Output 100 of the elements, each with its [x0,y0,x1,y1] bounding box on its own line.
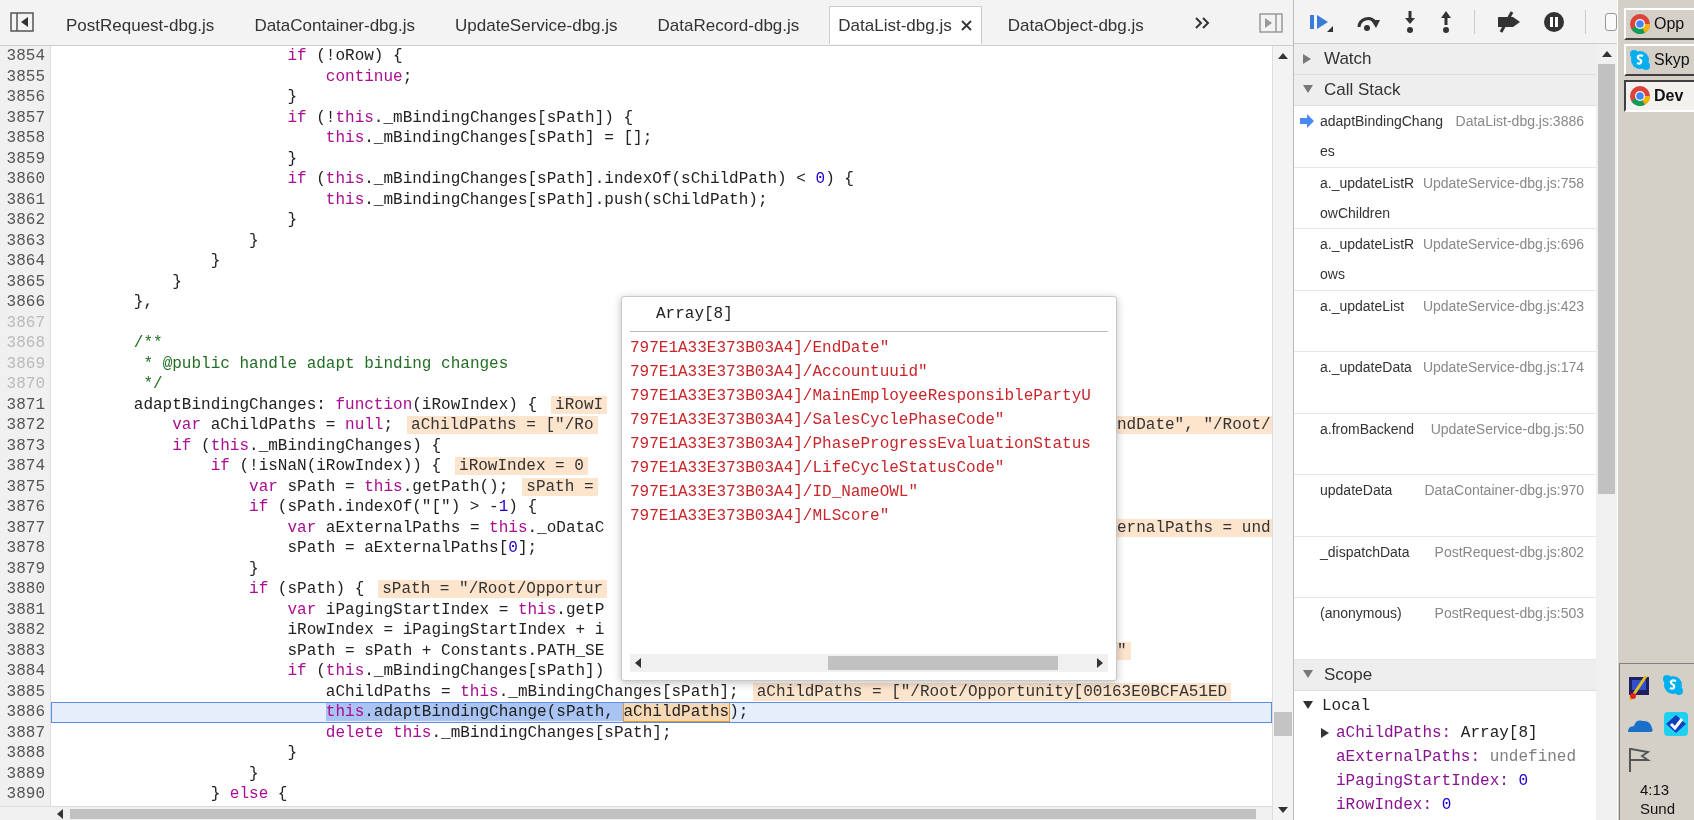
horizontal-scrollbar[interactable] [630,654,1108,672]
code-text: delete this._mBindingChanges[sPath]; [325,723,672,742]
frame-location: UpdateService-dbg.js:174 [1422,358,1584,377]
line-number: 3863 [0,230,51,251]
panel-toggle-icon[interactable] [1259,12,1283,34]
inline-value: iRowIndex = 0 [455,457,588,475]
scrollbar-thumb[interactable] [70,808,1256,819]
scroll-left-icon[interactable] [56,807,64,820]
line-number: 3865 [0,271,51,292]
code-text: } else { [210,785,288,803]
scroll-down-icon[interactable] [1277,806,1289,814]
code-text: var aExternalPaths = this._oDataC [287,518,605,537]
close-icon[interactable] [959,19,973,32]
hovered-variable: aChildPaths [623,703,730,721]
code-text: } [249,764,259,783]
line-number: 3866 [0,292,51,313]
file-tab[interactable]: DataList-dbg.js [829,6,982,44]
variable-value: undefined [1489,746,1577,768]
code-text: var aChildPaths = null; [172,416,394,434]
code-text: continue; [325,67,413,86]
file-tab[interactable]: DataRecord-dbg.js [637,6,820,44]
file-tab[interactable]: DataObject-dbg.js [987,6,1164,44]
code-text: this._mBindingChanges[sPath] = []; [325,129,653,147]
line-number: 3874 [0,456,51,477]
line-number: 3890 [0,784,51,805]
round-logo-icon [1629,13,1651,35]
line-number: 3875 [0,476,51,497]
array-item: 797E1A33E373B03A4]/EndDate" [629,338,891,359]
scroll-left-icon[interactable] [634,657,642,669]
panel-toggle-icon[interactable] [10,11,34,33]
inline-value: sPath = [522,477,598,496]
scope-group-title[interactable]: Local [1322,693,1370,718]
code-text: } [210,252,221,270]
line-number: 3885 [0,681,51,702]
code-text: } [287,744,298,762]
inline-value: " [1117,641,1131,660]
inline-value: sPath = "/Root/Opportur [378,580,608,598]
array-item: 797E1A33E373B03A4]/MainEmployeeResponsiblePartyU [629,386,1092,407]
code-text: } [249,559,259,578]
file-tab[interactable]: DataContainer-dbg.js [234,6,436,44]
code-text: } [287,88,298,106]
scrollbar-thumb[interactable] [1598,64,1615,494]
line-number: 3864 [0,251,51,272]
code-text: sPath = sPath + Constants.PATH_SE [287,641,605,660]
taskbar-button[interactable]: Opp [1624,8,1694,40]
code-text: adaptBindingChanges: function(iRowIndex) { [133,395,538,414]
horizontal-scrollbar[interactable] [0,806,1272,820]
code-text: if (!oRow) { [287,47,403,65]
popup-title: Array[8] [656,304,733,325]
checkbox[interactable] [1605,12,1617,31]
scroll-up-icon[interactable] [1600,50,1613,58]
check-icon[interactable] [1662,710,1690,738]
frame-location: UpdateService-dbg.js:758 [1422,173,1584,193]
variable-name: aExternalPaths: [1336,746,1481,768]
pause-icon[interactable] [1542,10,1565,33]
line-number: 3854 [0,46,51,67]
file-tab[interactable]: UpdateService-dbg.js [435,6,638,44]
line-number: 3855 [0,66,51,87]
section-header[interactable]: Call Stack [1294,75,1596,106]
line-number: 3882 [0,620,51,641]
step-into-icon[interactable] [1402,9,1418,34]
line-number: 3879 [0,558,51,579]
frame-function: a._updateList [1320,296,1406,316]
frame-location: PostRequest-dbg.js:503 [1434,604,1584,623]
line-number: 3860 [0,169,51,190]
taskbar-button[interactable]: Skyp [1624,44,1694,76]
variable-value: 0 [1441,794,1452,816]
frame-location: UpdateService-dbg.js:423 [1422,296,1584,316]
step-out-icon[interactable] [1438,9,1454,34]
section-header[interactable]: Scope [1294,659,1596,691]
array-item: 797E1A33E373B03A4]/PhaseProgressEvaluationStatus [629,434,1092,455]
selected-code: this.adaptBindingChange(sPath, [325,703,624,721]
variable-value: 0 [1518,770,1529,792]
scroll-right-icon[interactable] [1096,657,1104,669]
variable-name: aChildPaths: [1336,722,1452,744]
scrollbar-thumb[interactable] [828,656,1058,670]
scroll-up-icon[interactable] [1277,52,1289,60]
frame-function: updateData [1320,481,1394,500]
clock[interactable]: 4:13 Sund [1626,780,1694,818]
taskbar-button[interactable]: Dev [1624,80,1694,112]
code-text: if (sPath) { [249,580,365,598]
more-tabs-icon[interactable] [1193,15,1210,31]
frame-location: DataContainer-dbg.js:970 [1424,481,1584,500]
array-item: 797E1A33E373B03A4]/ID_NameOWL" [629,482,920,503]
code-text: } [287,211,298,229]
code-text: if (this._mBindingChanges[sPath].indexOf(sChildPath) < 0) { [287,170,854,188]
code-text: var sPath = this.getPath(); [249,477,509,496]
line-number: 3876 [0,497,51,518]
scrollbar-thumb[interactable] [1274,712,1292,736]
code-text: } [287,149,298,168]
code-text: } [172,272,182,291]
line-number: 3883 [0,640,51,661]
inline-value: ndDate", "/Root/ [1117,416,1272,434]
frame-location: UpdateService-dbg.js:696 [1422,235,1584,254]
file-tab[interactable]: PostRequest-dbg.js [46,6,235,44]
array-item: 797E1A33E373B03A4]/LifeCycleStatusCode" [629,458,1006,479]
line-number: 3888 [0,743,51,764]
section-header[interactable]: Watch [1294,44,1596,75]
line-number: 3889 [0,763,51,784]
chat-logo-icon [1629,49,1651,71]
